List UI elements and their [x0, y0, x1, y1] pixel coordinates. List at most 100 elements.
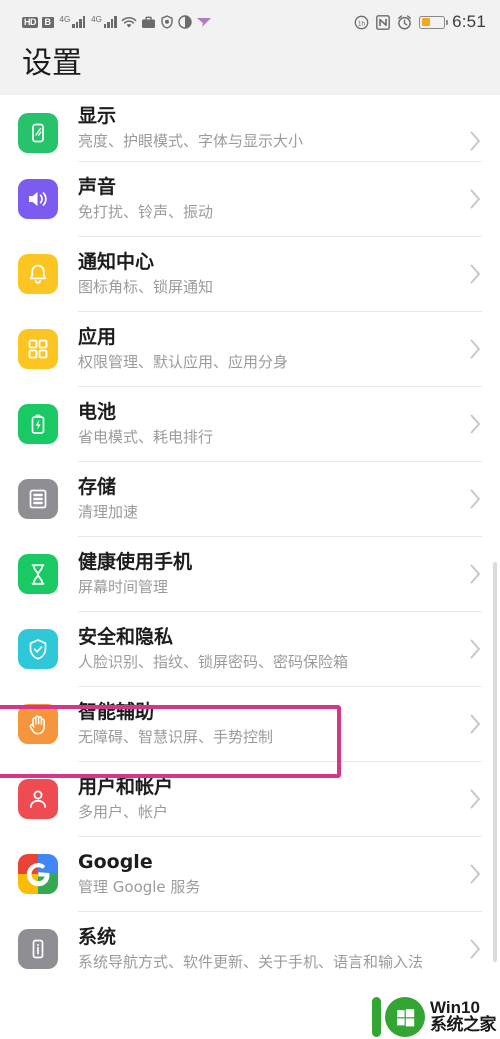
signal-4g-1-icon: 4G [60, 16, 86, 28]
settings-row-subtitle: 屏幕时间管理 [78, 577, 169, 596]
hd-voice-icon: HD [22, 16, 38, 28]
bell-icon [18, 254, 58, 294]
alarm-icon [397, 14, 412, 30]
chevron-right-icon [469, 712, 482, 736]
settings-row-text-users-accounts: 用户和帐户多用户、帐户 [78, 775, 461, 824]
nfc-icon [376, 14, 391, 30]
display-icon [18, 113, 58, 153]
settings-row-text-apps: 应用权限管理、默认应用、应用分身 [78, 325, 461, 374]
info-phone-icon [18, 929, 58, 969]
storage-icon [18, 479, 58, 519]
settings-row-title: 应用 [78, 325, 117, 348]
network-type-label-2: 4G [91, 15, 102, 24]
settings-row-smart-assistance[interactable]: 智能辅助无障碍、智慧识屏、手势控制 [0, 687, 500, 761]
settings-row-battery[interactable]: 电池省电模式、耗电排行 [0, 387, 500, 461]
settings-row-title: 智能辅助 [78, 700, 155, 723]
chevron-right-icon [469, 412, 482, 436]
watermark-line-2: 系统之家 [430, 1015, 497, 1035]
data-saver-icon: 1h [354, 15, 369, 30]
signal-4g-2-icon: 4G [91, 16, 117, 28]
settings-row-text-digital-balance: 健康使用手机屏幕时间管理 [78, 550, 461, 599]
settings-row-text-display: 显示亮度、护眼模式、字体与显示大小 [78, 104, 461, 153]
settings-row-google[interactable]: Google 管理 Google 服务 [0, 837, 500, 911]
settings-row-text-battery: 电池省电模式、耗电排行 [78, 400, 461, 449]
shield-check-icon [18, 629, 58, 669]
settings-row-subtitle: 人脸识别、指纹、锁屏密码、密码保险箱 [78, 652, 349, 671]
settings-row-subtitle: 亮度、护眼模式、字体与显示大小 [78, 132, 304, 150]
settings-row-text-sound: 声音免打扰、铃声、振动 [78, 175, 461, 224]
chevron-right-icon [469, 487, 482, 511]
settings-row-subtitle: 清理加速 [78, 502, 139, 521]
settings-row-title: 存储 [78, 475, 117, 498]
settings-row-notification-center[interactable]: 通知中心图标角标、锁屏通知 [0, 237, 500, 311]
chevron-right-icon [469, 562, 482, 586]
settings-row-title: 显示 [78, 105, 117, 127]
settings-row-security-privacy[interactable]: 安全和隐私人脸识别、指纹、锁屏密码、密码保险箱 [0, 612, 500, 686]
settings-row-subtitle: 免打扰、铃声、振动 [78, 202, 214, 221]
network-type-label-1: 4G [59, 15, 71, 24]
page-title: 设置 [22, 46, 82, 81]
shield-icon [160, 15, 174, 29]
settings-row-title: 用户和帐户 [78, 775, 174, 798]
chevron-right-icon [469, 262, 482, 286]
status-bar-left-icons: HD B 4G 4G [22, 15, 212, 29]
svg-text:1h: 1h [358, 20, 366, 27]
settings-row-title: 系统 [78, 925, 117, 948]
settings-row-sound[interactable]: 声音免打扰、铃声、振动 [0, 162, 500, 236]
dark-mode-icon [178, 15, 192, 29]
settings-row-system[interactable]: 系统系统导航方式、软件更新、关于手机、语言和输入法 [0, 912, 500, 986]
battery-icon [419, 15, 449, 29]
settings-row-users-accounts[interactable]: 用户和帐户多用户、帐户 [0, 762, 500, 836]
work-profile-icon [141, 16, 156, 29]
settings-screen: HD B 4G 4G 1h 6:51 设置 显示 亮度、护眼模式、字体与显示大小… [0, 0, 500, 1039]
chevron-right-icon [469, 129, 482, 153]
settings-row-text-system: 系统系统导航方式、软件更新、关于手机、语言和输入法 [78, 925, 461, 974]
status-bar-clock: 6:51 [452, 12, 486, 31]
send-icon [196, 16, 212, 29]
person-icon [18, 779, 58, 819]
wifi-icon [121, 16, 137, 29]
settings-list[interactable]: 显示亮度、护眼模式、字体与显示大小声音免打扰、铃声、振动通知中心图标角标、锁屏通… [0, 95, 500, 1039]
settings-row-text-google: Google 管理 Google 服务 [78, 850, 461, 899]
settings-row-title: 通知中心 [78, 250, 155, 273]
settings-row-text-security-privacy: 安全和隐私人脸识别、指纹、锁屏密码、密码保险箱 [78, 625, 461, 674]
grid-apps-icon [18, 329, 58, 369]
settings-row-title: 电池 [78, 400, 117, 423]
status-bar-right-icons: 1h 6:51 [354, 12, 486, 32]
hand-icon [18, 704, 58, 744]
page-header: 设置 [0, 44, 500, 95]
vertical-scrollbar[interactable] [493, 562, 497, 962]
settings-row-title: 安全和隐私 [78, 625, 174, 648]
settings-row-subtitle: 多用户、帐户 [78, 802, 169, 821]
settings-row-title: 声音 [78, 175, 117, 198]
settings-row-subtitle: 权限管理、默认应用、应用分身 [78, 352, 289, 371]
settings-row-subtitle: 省电模式、耗电排行 [78, 427, 214, 446]
status-bar: HD B 4G 4G 1h 6:51 [0, 0, 500, 44]
settings-row-display[interactable]: 显示亮度、护眼模式、字体与显示大小 [0, 95, 500, 161]
settings-row-subtitle: 系统导航方式、软件更新、关于手机、语言和输入法 [78, 952, 424, 971]
settings-row-digital-balance[interactable]: 健康使用手机屏幕时间管理 [0, 537, 500, 611]
google-g-icon [18, 854, 58, 894]
chevron-right-icon [469, 637, 482, 661]
settings-row-apps[interactable]: 应用权限管理、默认应用、应用分身 [0, 312, 500, 386]
settings-row-storage[interactable]: 存储 清理加速 [0, 462, 500, 536]
battery-charge-icon [18, 404, 58, 444]
win10-home-logo [372, 997, 425, 1037]
watermark: Win10 系统之家 [372, 997, 497, 1037]
hourglass-icon [18, 554, 58, 594]
settings-row-text-notification-center: 通知中心图标角标、锁屏通知 [78, 250, 461, 299]
chevron-right-icon [469, 337, 482, 361]
speaker-icon [18, 179, 58, 219]
settings-row-subtitle: 管理 Google 服务 [78, 877, 201, 896]
settings-row-subtitle: 无障碍、智慧识屏、手势控制 [78, 727, 274, 746]
windows-glyph-icon [396, 1008, 414, 1026]
settings-row-title: 健康使用手机 [78, 550, 193, 573]
chevron-right-icon [469, 937, 482, 961]
settings-row-title: Google [78, 850, 153, 873]
settings-row-text-smart-assistance: 智能辅助无障碍、智慧识屏、手势控制 [78, 700, 461, 749]
sim-b-icon: B [42, 16, 54, 28]
settings-row-subtitle: 图标角标、锁屏通知 [78, 277, 214, 296]
chevron-right-icon [469, 862, 482, 886]
chevron-right-icon [469, 187, 482, 211]
settings-row-text-storage: 存储 清理加速 [78, 475, 461, 524]
